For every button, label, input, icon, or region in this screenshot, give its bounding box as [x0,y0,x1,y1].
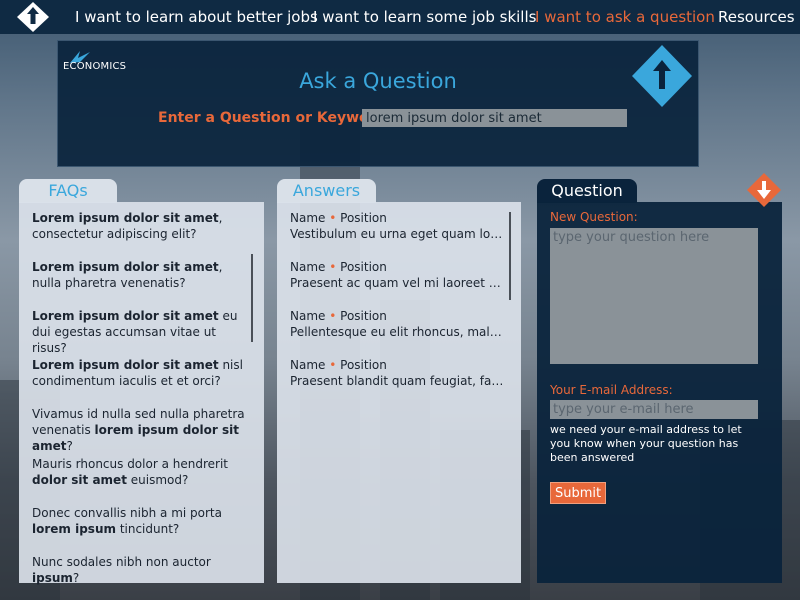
answers-panel: Name • Position Vestibulum eu urna eget … [277,202,521,583]
ascend-nyc-up-arrow-icon[interactable] [16,1,50,33]
faq-item[interactable]: Lorem ipsum dolor sit amet nisl condimen… [32,357,247,389]
tab-answers[interactable]: Answers [277,179,376,203]
new-question-label: New Question: [550,210,638,224]
answers-scrollbar[interactable] [509,212,511,300]
nav-link-resources[interactable]: Resources [718,8,795,26]
down-arrow-icon[interactable] [746,172,782,208]
search-label: Enter a Question or Keyword: [158,110,392,126]
tab-faqs[interactable]: FAQs [19,179,117,203]
answer-item[interactable]: Name • Position Pellentesque eu elit rho… [290,308,505,340]
faq-item[interactable]: Mauris rhoncus dolor a hendrerit dolor s… [32,456,247,488]
answer-item[interactable]: Name • Position Praesent ac quam vel mi … [290,259,505,291]
ascend-nyc-logo-icon [632,45,692,107]
question-search-input[interactable] [362,109,627,127]
faqs-panel: Lorem ipsum dolor sit amet, consectetur … [19,202,264,586]
nav-link-job-skills[interactable]: I want to learn some job skills [313,8,536,26]
tab-question[interactable]: Question [537,179,637,203]
faq-item[interactable]: Vivamus id nulla sed nulla pharetra vene… [32,406,247,454]
email-label: Your E-mail Address: [550,383,673,397]
answer-item[interactable]: Name • Position Vestibulum eu urna eget … [290,210,505,242]
email-field[interactable] [550,400,758,419]
ask-question-panel: ECONOMICS Ask a Question Enter a Questio… [57,40,699,167]
answer-item[interactable]: Name • Position Praesent blandit quam fe… [290,357,505,389]
faq-item[interactable]: Donec convallis nibh a mi porta lorem ip… [32,505,247,537]
faq-item[interactable]: Lorem ipsum dolor sit amet, consectetur … [32,210,247,242]
faq-item[interactable]: Lorem ipsum dolor sit amet, nulla pharet… [32,259,247,291]
top-navigation: I want to learn about better jobs I want… [0,0,800,34]
faq-item[interactable]: Nunc sodales nibh non auctor ipsum? [32,554,247,586]
email-note: we need your e-mail address to let you k… [550,423,742,464]
nav-link-better-jobs[interactable]: I want to learn about better jobs [75,8,318,26]
nav-link-ask-question[interactable]: I want to ask a question [535,8,715,26]
submit-button[interactable]: Submit [550,482,607,504]
new-question-textarea[interactable] [550,228,758,364]
faqs-scrollbar[interactable] [251,254,253,342]
page-title: Ask a Question [299,69,457,93]
question-panel: New Question: Your E-mail Address: we ne… [537,202,782,583]
faq-item[interactable]: Lorem ipsum dolor sit amet eu dui egesta… [32,308,247,356]
